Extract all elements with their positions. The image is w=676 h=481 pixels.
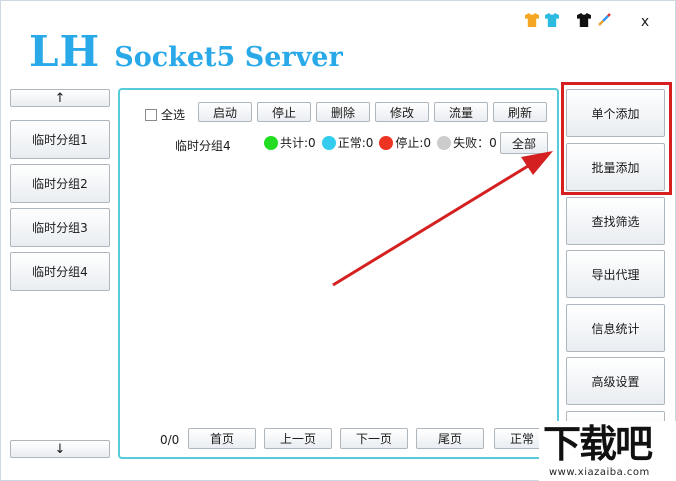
stat-total-text: 共计:0 bbox=[280, 136, 316, 150]
gray-dot-icon bbox=[437, 135, 452, 150]
red-dot-icon bbox=[379, 135, 394, 150]
paint-brush-icon[interactable] bbox=[597, 13, 611, 27]
app-title-lh: LH bbox=[29, 27, 101, 76]
stat-normal: 正常:0 bbox=[321, 134, 374, 151]
status-summary: 共计:0 正常:0 停止:0 失败：0 bbox=[264, 134, 503, 151]
traffic-button[interactable]: 流量 bbox=[434, 102, 488, 122]
next-page-button[interactable]: 下一页 bbox=[340, 428, 408, 449]
info-stats-button[interactable]: 信息统计 bbox=[566, 304, 665, 352]
search-filter-button[interactable]: 查找筛选 bbox=[566, 197, 665, 245]
prev-page-button[interactable]: 上一页 bbox=[264, 428, 332, 449]
green-dot-icon bbox=[264, 135, 278, 150]
delete-button[interactable]: 删除 bbox=[316, 102, 370, 122]
stat-total: 共计:0 bbox=[264, 134, 316, 151]
stat-stopped-text: 停止:0 bbox=[395, 136, 432, 150]
current-group-label: 临时分组4 bbox=[175, 139, 231, 153]
sidebar-item-group-1[interactable]: 临时分组1 bbox=[10, 120, 110, 159]
select-all-checkbox[interactable]: 全选 bbox=[145, 106, 185, 123]
select-all-label: 全选 bbox=[161, 108, 186, 122]
sidebar-item-group-3[interactable]: 临时分组3 bbox=[10, 208, 110, 247]
stat-normal-text: 正常:0 bbox=[337, 136, 374, 150]
add-buttons-highlight bbox=[561, 82, 672, 195]
proxy-list-panel: 全选 启动 停止 删除 修改 流量 刷新 临时分组4 共计:0 正常:0 停止:… bbox=[118, 88, 559, 459]
skin-icons bbox=[525, 13, 611, 27]
shirt-orange-icon[interactable] bbox=[525, 13, 539, 27]
sidebar-item-group-2[interactable]: 临时分组2 bbox=[10, 164, 110, 203]
start-button[interactable]: 启动 bbox=[198, 102, 252, 122]
group-scroll-down-button[interactable]: ↓ bbox=[10, 440, 110, 458]
edit-button[interactable]: 修改 bbox=[375, 102, 429, 122]
stat-stopped: 停止:0 bbox=[379, 134, 431, 151]
app-title-rest: Socket5 Server bbox=[114, 42, 343, 73]
show-all-button[interactable]: 全部 bbox=[500, 132, 548, 154]
sidebar-item-group-4[interactable]: 临时分组4 bbox=[10, 252, 110, 291]
cyan-dot-icon bbox=[321, 135, 336, 150]
stat-failed-text: 失败：0 bbox=[453, 136, 497, 150]
group-scroll-up-button[interactable]: ↑ bbox=[10, 89, 110, 107]
app-window: LH Socket5 Server x ↑ 临时分组1 临时分组2 临时分组3 临… bbox=[0, 0, 676, 481]
close-button[interactable]: x bbox=[637, 13, 653, 31]
watermark-text: 下载吧 bbox=[543, 422, 653, 466]
checkbox-box[interactable] bbox=[145, 108, 157, 121]
advanced-settings-button[interactable]: 高级设置 bbox=[566, 357, 665, 405]
last-page-button[interactable]: 尾页 bbox=[416, 428, 484, 449]
stop-button[interactable]: 停止 bbox=[257, 102, 311, 122]
watermark: 下载吧 www.xiazaiba.com bbox=[539, 421, 676, 481]
app-title: LH Socket5 Server bbox=[29, 27, 343, 76]
export-proxy-button[interactable]: 导出代理 bbox=[566, 250, 665, 298]
refresh-button[interactable]: 刷新 bbox=[493, 102, 547, 122]
first-page-button[interactable]: 首页 bbox=[188, 428, 256, 449]
shirt-black-icon[interactable] bbox=[577, 13, 591, 27]
watermark-url: www.xiazaiba.com bbox=[549, 467, 650, 478]
shirt-cyan-icon[interactable] bbox=[545, 13, 559, 27]
stat-failed: 失败：0 bbox=[437, 134, 497, 151]
page-count: 0/0 bbox=[160, 433, 180, 447]
